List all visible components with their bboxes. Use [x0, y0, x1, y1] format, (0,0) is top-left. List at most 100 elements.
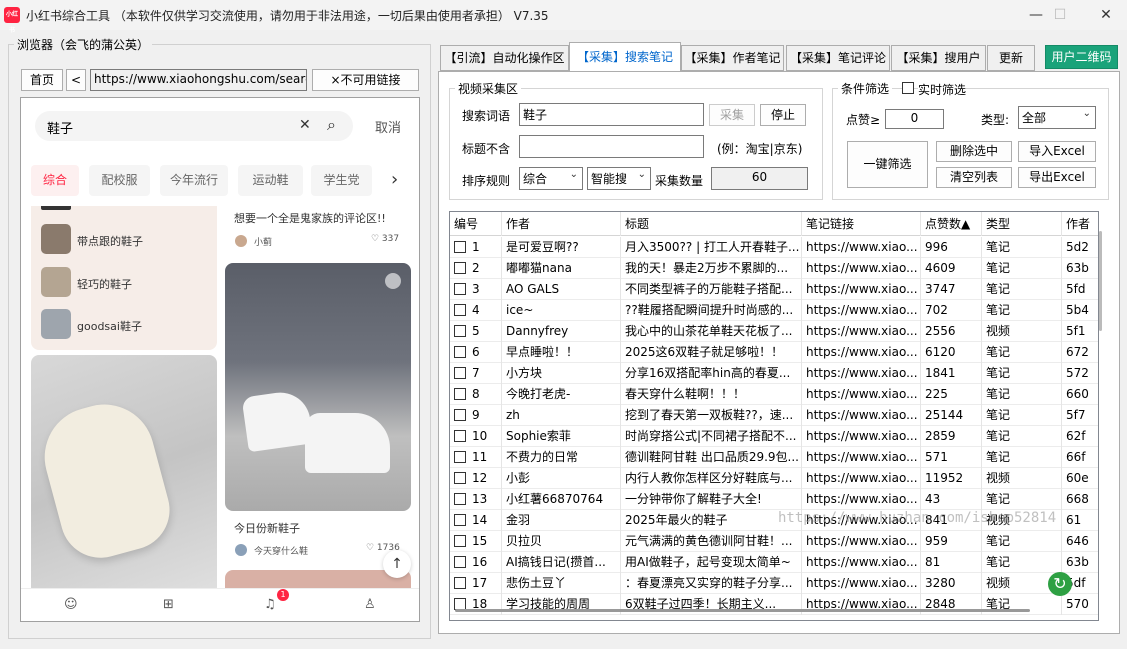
search-mode-select[interactable]: 智能搜 ⌄ [587, 167, 651, 190]
table-row[interactable]: 9 zh 挖到了春天第一双板鞋??，速... https://www.xiao... 2… [450, 405, 1098, 426]
shoe-thumbnail [41, 224, 71, 254]
row-checkbox[interactable] [454, 409, 466, 421]
table-row[interactable]: 1 是可爱豆啊?? 月入3500?? | 打工人开春鞋子... https://www… [450, 237, 1098, 258]
column-header-type[interactable]: 类型 [982, 212, 1062, 236]
horizontal-scrollbar[interactable] [455, 609, 1030, 612]
xhs-search-box[interactable]: 鞋子 ✕ ⌕ [35, 111, 353, 141]
table-row[interactable]: 10 Sophie索菲 时尚穿搭公式|不同裙子搭配不... https://www.x… [450, 426, 1098, 447]
related-search-item[interactable]: 轻巧的鞋子 [77, 276, 132, 292]
row-checkbox[interactable] [454, 325, 466, 337]
note-author[interactable]: 小蓟 [254, 235, 272, 248]
realtime-filter-checkbox[interactable] [902, 82, 914, 94]
url-field[interactable]: https://www.xiaohongshu.com/search [90, 69, 307, 91]
row-checkbox[interactable] [454, 388, 466, 400]
one-click-filter-button[interactable]: 一键筛选 [847, 141, 928, 188]
chip-all[interactable]: 综合 [31, 165, 79, 196]
note-author[interactable]: 今天穿什么鞋 [254, 544, 308, 557]
profile-nav-icon[interactable]: ♙ [364, 597, 376, 612]
note-cover-image[interactable] [225, 570, 411, 590]
chip-sport[interactable]: 运动鞋 [238, 165, 303, 196]
collect-count-field[interactable]: 60 [711, 167, 808, 190]
column-header-likes[interactable]: 点赞数▲ [921, 212, 982, 236]
related-search-item[interactable]: 带点跟的鞋子 [77, 233, 143, 249]
refresh-icon[interactable]: ↻ [1048, 572, 1072, 596]
row-checkbox[interactable] [454, 283, 466, 295]
row-checkbox[interactable] [454, 346, 466, 358]
tab-search-notes[interactable]: 【采集】搜索笔记 [569, 42, 681, 72]
row-checkbox[interactable] [454, 535, 466, 547]
scroll-top-icon[interactable]: ↑ [383, 550, 411, 578]
row-checkbox[interactable] [454, 556, 466, 568]
column-header-title[interactable]: 标题 [621, 212, 802, 236]
note-title[interactable]: 今日份新鞋子 [234, 520, 300, 536]
chevron-right-icon[interactable]: › [391, 169, 398, 190]
row-checkbox[interactable] [454, 472, 466, 484]
table-row[interactable]: 7 小方块 分享16双搭配率hin高的春夏... https://www.xiao..… [450, 363, 1098, 384]
table-row[interactable]: 8 今晚打老虎- 春天穿什么鞋啊！！！ https://www.xiao... 225 笔… [450, 384, 1098, 405]
table-row[interactable]: 11 不费力的日常 德训鞋阿甘鞋 出口品质29.9包... https://www.x… [450, 447, 1098, 468]
home-button[interactable]: 首页 [21, 69, 63, 91]
exclude-title-input[interactable] [519, 135, 704, 158]
sort-select[interactable]: 综合 ⌄ [519, 167, 583, 190]
chip-student[interactable]: 学生党 [311, 165, 372, 196]
table-row[interactable]: 4 ice~ ??鞋履搭配瞬间提升时尚感的... https://www.xiao..… [450, 300, 1098, 321]
related-search-item[interactable]: goodsai鞋子 [77, 318, 142, 334]
type-select[interactable]: 全部 ⌄ [1018, 106, 1096, 129]
clear-list-button[interactable]: 清空列表 [936, 167, 1012, 188]
tab-traffic-automation[interactable]: 【引流】自动化操作区 [440, 45, 569, 71]
import-excel-button[interactable]: 导入Excel [1018, 141, 1096, 162]
row-checkbox[interactable] [454, 367, 466, 379]
note-cover-image[interactable] [225, 263, 411, 511]
note-title[interactable]: 想要一个全是鬼家族的评论区!! [234, 210, 386, 226]
row-checkbox[interactable] [454, 241, 466, 253]
column-header-author-id[interactable]: 作者 [1062, 212, 1098, 236]
row-checkbox[interactable] [454, 451, 466, 463]
clear-icon[interactable]: ✕ [299, 117, 311, 133]
table-row[interactable]: 16 AI搞钱日记(攒首... 用AI做鞋子，起号变现太简单~ https://www… [450, 552, 1098, 573]
table-row[interactable]: 6 早点睡啦！！ 2025这6双鞋子就足够啦！！ https://www.xiao..… [450, 342, 1098, 363]
unavailable-link-button[interactable]: ×不可用链接 [312, 69, 419, 91]
notification-bell-icon[interactable]: ♫ [264, 597, 276, 612]
row-checkbox[interactable] [454, 304, 466, 316]
table-row[interactable]: 2 嘟嘟猫nana 我的天！暴走2万步不累脚的... https://www.xiao… [450, 258, 1098, 279]
tab-update[interactable]: 更新 [987, 45, 1035, 71]
likes-min-input[interactable]: 0 [885, 109, 944, 129]
start-collect-button[interactable]: 采集 [709, 104, 755, 126]
table-row[interactable]: 15 贝拉贝 元气满满的黄色德训阿甘鞋！... https://www.xiao...… [450, 531, 1098, 552]
tab-search-users[interactable]: 【采集】搜用户 [891, 45, 986, 71]
table-row[interactable]: 13 小红薯66870764 一分钟带你了解鞋子大全! https://www.xia… [450, 489, 1098, 510]
table-row[interactable]: 3 AO GALS 不同类型裤子的万能鞋子搭配... https://www.xiao… [450, 279, 1098, 300]
table-row[interactable]: 5 Dannyfrey 我心中的山茶花单鞋天花板了... https://www.xi… [450, 321, 1098, 342]
home-nav-icon[interactable]: ☺ [64, 597, 78, 612]
vertical-scrollbar[interactable] [1099, 231, 1102, 331]
table-row[interactable]: 12 小彭 内行人教你怎样区分好鞋底与... https://www.xiao... 1… [450, 468, 1098, 489]
row-checkbox[interactable] [454, 262, 466, 274]
delete-selected-button[interactable]: 删除选中 [936, 141, 1012, 162]
search-cancel-link[interactable]: 取消 [375, 117, 401, 136]
row-index-value: 3 [472, 282, 480, 296]
row-checkbox[interactable] [454, 577, 466, 589]
tab-author-notes[interactable]: 【采集】作者笔记 [681, 45, 784, 71]
row-checkbox[interactable] [454, 493, 466, 505]
publish-nav-icon[interactable]: ⊞ [163, 597, 174, 612]
column-header-author[interactable]: 作者 [502, 212, 621, 236]
stop-collect-button[interactable]: 停止 [760, 104, 806, 126]
chip-trend[interactable]: 今年流行 [160, 165, 228, 196]
back-button[interactable]: < [66, 69, 86, 91]
keyword-input[interactable]: 鞋子 [519, 103, 704, 126]
user-qrcode-button[interactable]: 用户二维码 [1045, 45, 1118, 69]
maximize-button[interactable]: ☐ [1037, 0, 1083, 30]
search-icon[interactable]: ⌕ [327, 115, 336, 135]
browser-group-title: 浏览器（会飞的蒲公英） [14, 36, 153, 53]
note-likes[interactable]: ♡ 337 [371, 234, 399, 244]
column-header-index[interactable]: 编号 [450, 212, 502, 236]
chip-school[interactable]: 配校服 [89, 165, 150, 196]
table-row[interactable]: 17 悲伤土豆丫 ：春夏漂亮又实穿的鞋子分享... https://www.xiao.… [450, 573, 1098, 594]
column-header-link[interactable]: 笔记链接 [802, 212, 921, 236]
tab-note-comments[interactable]: 【采集】笔记评论 [786, 45, 890, 71]
note-cover-image[interactable] [31, 355, 217, 595]
row-checkbox[interactable] [454, 430, 466, 442]
close-button[interactable]: ✕ [1083, 0, 1127, 30]
export-excel-button[interactable]: 导出Excel [1018, 167, 1096, 188]
row-checkbox[interactable] [454, 514, 466, 526]
